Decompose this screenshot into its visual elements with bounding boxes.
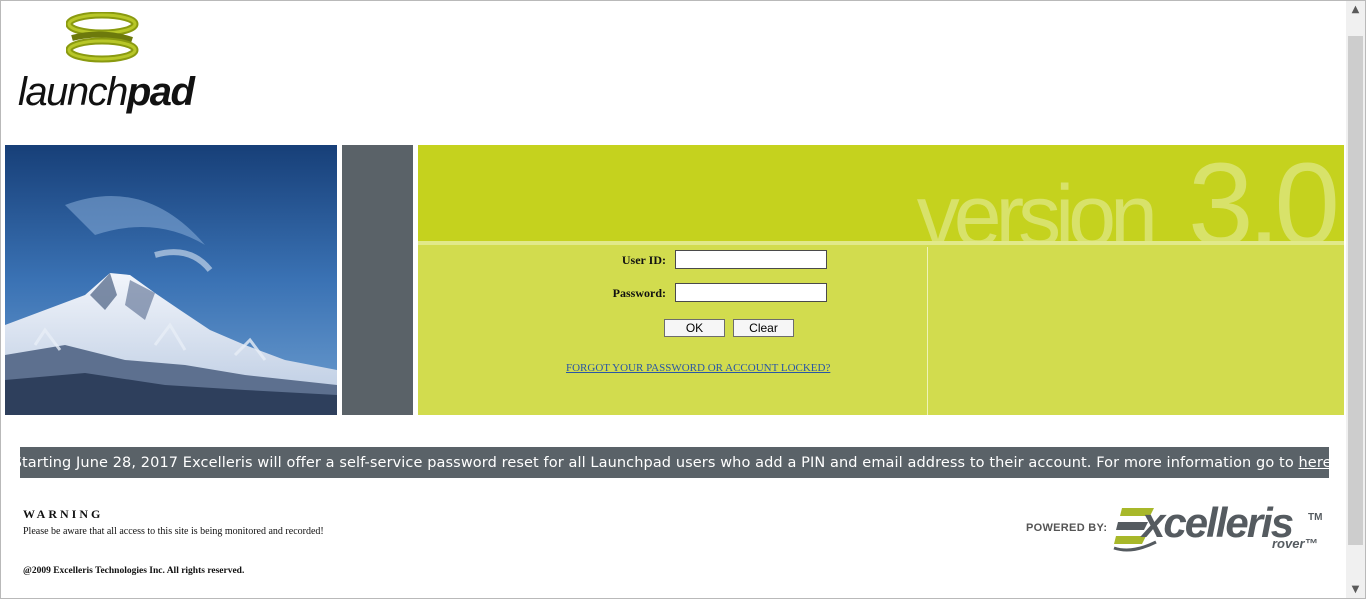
mountain-photo [5,145,337,415]
rover-wordmark: rover™ [1272,536,1318,551]
password-label: Password: [612,286,666,300]
mountain-image [5,145,337,415]
banner-suffix: . [1331,454,1337,471]
banner-text: Starting June 28, 2017 Excelleris will o… [12,454,1299,471]
chevron-down-icon[interactable]: ▼ [1346,581,1365,598]
warning-title: WARNING [23,507,104,521]
version-word: version [916,168,1158,241]
warning-text: Please be aware that all access to this … [23,526,324,537]
version-header: version 3.0 [418,145,1344,241]
excelleris-tm: TM [1308,512,1323,523]
copyright-text: @2009 Excelleris Technologies Inc. All r… [23,566,245,576]
announcement-banner: Starting June 28, 2017 Excelleris will o… [13,447,1336,478]
excelleris-wordmark: xcelleris [1142,499,1294,546]
logo-text-bold: pad [126,70,195,114]
password-input[interactable] [675,283,827,302]
logo-text-light: launch [18,70,128,114]
login-panel [418,245,1344,415]
banner-here-link[interactable]: here [1299,455,1332,471]
excelleris-logo: xcelleris TM rover™ [1112,500,1332,556]
powered-by-label: POWERED BY: [1026,522,1108,534]
logo-wordmark: launchpad [18,70,195,114]
ok-button[interactable]: OK [664,319,725,337]
version-number: 3.0 [1187,145,1340,241]
panel-divider [927,247,928,415]
version-graphic: version 3.0 [916,145,1340,241]
launchpad-logo: launchpad [18,12,203,112]
scrollbar-thumb[interactable] [1348,36,1363,545]
user-id-label: User ID: [621,253,666,267]
chevron-up-icon[interactable]: ▲ [1346,1,1365,18]
slate-divider-bar [342,145,413,415]
launchpad-rings-icon [66,12,139,63]
vertical-scrollbar[interactable]: ▲ ▼ [1346,1,1365,598]
forgot-password-link[interactable]: FORGOT YOUR PASSWORD OR ACCOUNT LOCKED? [566,362,830,374]
user-id-input[interactable] [675,250,827,269]
clear-button[interactable]: Clear [733,319,794,337]
